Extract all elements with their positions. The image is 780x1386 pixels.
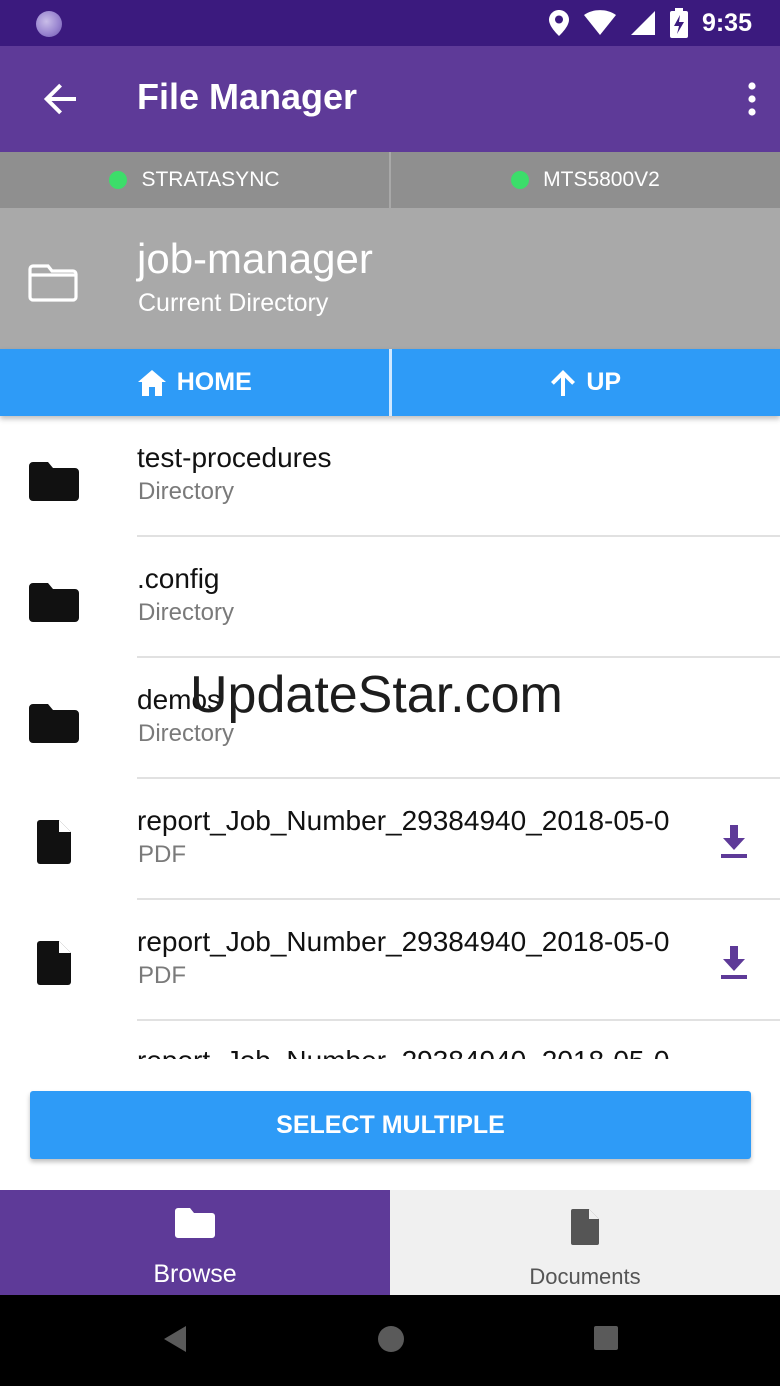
home-button-label: HOME xyxy=(176,368,252,396)
up-button[interactable]: UP xyxy=(391,349,780,416)
document-icon xyxy=(37,941,71,985)
file-name: report_Job_Number_29384940_2018-05-0 xyxy=(137,805,670,836)
device-tab-mts5800v2[interactable]: MTS5800V2 xyxy=(391,152,780,208)
device-name: MTS5800V2 xyxy=(543,168,660,191)
file-name: report_Job_Number_29384940_2018-05-0 xyxy=(137,926,670,957)
battery-charging-icon xyxy=(669,8,688,38)
tab-documents[interactable]: Documents xyxy=(390,1190,780,1295)
list-item[interactable]: test-procedures Directory xyxy=(0,416,780,537)
system-navigation-bar xyxy=(0,1295,780,1386)
list-item[interactable]: report_Job_Number_29384940_2018-05-0 PDF xyxy=(0,779,780,900)
folder-icon xyxy=(175,1208,215,1238)
folder-outline-icon xyxy=(28,264,78,302)
current-directory-subtitle: Current Directory xyxy=(138,289,329,317)
wifi-icon xyxy=(583,10,616,35)
more-options-icon[interactable] xyxy=(732,79,772,119)
document-icon xyxy=(571,1209,599,1245)
status-bar: 9:35 xyxy=(0,0,780,46)
document-icon xyxy=(37,820,71,864)
status-icons: 9:35 xyxy=(548,0,752,46)
folder-icon xyxy=(29,583,79,622)
tab-browse-label: Browse xyxy=(153,1260,237,1288)
file-type: PDF xyxy=(138,962,186,989)
device-tab-stratasync[interactable]: STRATASYNC xyxy=(0,152,391,208)
folder-icon xyxy=(29,462,79,501)
device-name: STRATASYNC xyxy=(141,168,280,191)
current-directory-name: job-manager xyxy=(137,235,373,282)
directory-nav: HOME UP xyxy=(0,349,780,416)
device-tabs: STRATASYNC MTS5800V2 xyxy=(0,152,780,208)
bottom-navigation: Browse Documents xyxy=(0,1190,780,1295)
recents-icon[interactable] xyxy=(594,1326,618,1350)
file-type: Directory xyxy=(138,599,235,626)
download-icon[interactable] xyxy=(718,944,750,980)
page-title: File Manager xyxy=(137,76,358,117)
file-name: test-procedures xyxy=(137,442,332,473)
signal-icon xyxy=(630,11,655,35)
select-multiple-button[interactable]: SELECT MULTIPLE xyxy=(30,1091,751,1159)
list-item[interactable]: report_Job_Number_29384940_2018-05-0 xyxy=(0,1021,780,1059)
notification-icon xyxy=(36,11,62,37)
connected-status-dot xyxy=(511,171,530,189)
file-list: test-procedures Directory .config Direct… xyxy=(0,416,780,1059)
app-bar: File Manager xyxy=(0,46,780,152)
file-type: Directory xyxy=(138,478,235,505)
home-circle-icon[interactable] xyxy=(377,1325,405,1353)
location-icon xyxy=(548,10,569,36)
connected-status-dot xyxy=(109,171,128,189)
watermark: UpdateStar.com xyxy=(190,666,563,724)
download-icon[interactable] xyxy=(718,823,750,859)
tab-documents-label: Documents xyxy=(529,1264,641,1289)
back-icon[interactable] xyxy=(163,1325,187,1353)
clock: 9:35 xyxy=(701,8,752,37)
file-name: .config xyxy=(137,563,220,594)
arrow-up-icon xyxy=(551,369,576,396)
list-item[interactable]: .config Directory xyxy=(0,537,780,658)
home-button[interactable]: HOME xyxy=(0,349,392,416)
folder-icon xyxy=(29,704,79,743)
back-arrow-icon[interactable] xyxy=(40,79,80,119)
tab-browse[interactable]: Browse xyxy=(0,1190,390,1295)
file-name: report_Job_Number_29384940_2018-05-0 xyxy=(137,1045,707,1059)
list-item[interactable]: report_Job_Number_29384940_2018-05-0 PDF xyxy=(0,900,780,1021)
current-directory-header: job-manager Current Directory xyxy=(0,208,780,349)
up-button-label: UP xyxy=(586,368,622,396)
file-type: PDF xyxy=(138,841,186,868)
home-icon xyxy=(137,369,166,396)
